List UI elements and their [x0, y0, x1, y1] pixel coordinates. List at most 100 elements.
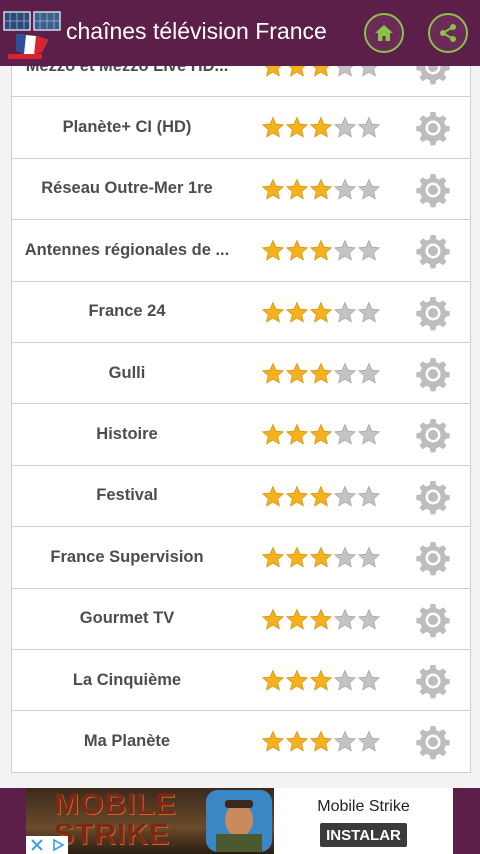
channel-row[interactable]: Gourmet TV [12, 589, 470, 650]
star-filled-icon[interactable] [285, 66, 309, 79]
channel-row[interactable]: Ma Planète [12, 711, 470, 773]
star-empty-icon[interactable] [333, 66, 357, 79]
gear-icon[interactable] [415, 66, 451, 85]
star-filled-icon[interactable] [309, 730, 333, 754]
star-filled-icon[interactable] [309, 669, 333, 693]
channel-row[interactable]: Mezzo et Mezzo Live HD... [12, 66, 470, 98]
ad-banner[interactable]: MOBILE STRIKE Mobile Strike INSTALAR [26, 788, 453, 854]
star-empty-icon[interactable] [333, 362, 357, 386]
rating-stars[interactable] [261, 301, 381, 325]
rating-stars[interactable] [261, 546, 381, 570]
channel-row[interactable]: Antennes régionales de ... [12, 220, 470, 282]
gear-icon[interactable] [415, 602, 451, 638]
gear-icon[interactable] [415, 110, 451, 146]
star-filled-icon[interactable] [309, 301, 333, 325]
star-filled-icon[interactable] [285, 178, 309, 202]
star-filled-icon[interactable] [285, 485, 309, 509]
gear-icon[interactable] [415, 417, 451, 453]
ad-choices-icon[interactable] [26, 836, 68, 854]
channel-list-viewport[interactable]: Mezzo et Mezzo Live HD... Planète+ CI (H… [0, 66, 480, 788]
channel-row[interactable]: Réseau Outre-Mer 1re [12, 159, 470, 221]
star-empty-icon[interactable] [333, 485, 357, 509]
star-filled-icon[interactable] [261, 608, 285, 632]
rating-stars[interactable] [261, 362, 381, 386]
star-filled-icon[interactable] [285, 239, 309, 263]
rating-stars[interactable] [261, 730, 381, 754]
star-filled-icon[interactable] [261, 66, 285, 79]
star-empty-icon[interactable] [333, 546, 357, 570]
star-filled-icon[interactable] [285, 730, 309, 754]
star-filled-icon[interactable] [285, 546, 309, 570]
star-filled-icon[interactable] [309, 608, 333, 632]
star-filled-icon[interactable] [285, 423, 309, 447]
star-empty-icon[interactable] [333, 116, 357, 140]
star-filled-icon[interactable] [261, 669, 285, 693]
gear-icon[interactable] [415, 479, 451, 515]
star-filled-icon[interactable] [285, 608, 309, 632]
channel-row[interactable]: Gulli [12, 343, 470, 405]
star-filled-icon[interactable] [261, 546, 285, 570]
star-empty-icon[interactable] [357, 301, 381, 325]
star-filled-icon[interactable] [261, 239, 285, 263]
star-filled-icon[interactable] [309, 116, 333, 140]
gear-icon[interactable] [415, 356, 451, 392]
star-empty-icon[interactable] [333, 608, 357, 632]
star-empty-icon[interactable] [333, 178, 357, 202]
star-filled-icon[interactable] [285, 301, 309, 325]
channel-row[interactable]: France Supervision [12, 527, 470, 589]
star-filled-icon[interactable] [261, 423, 285, 447]
rating-stars[interactable] [261, 485, 381, 509]
star-filled-icon[interactable] [261, 362, 285, 386]
star-empty-icon[interactable] [333, 423, 357, 447]
star-filled-icon[interactable] [309, 546, 333, 570]
rating-stars[interactable] [261, 116, 381, 140]
channel-row[interactable]: Festival [12, 466, 470, 528]
star-filled-icon[interactable] [261, 178, 285, 202]
star-empty-icon[interactable] [357, 423, 381, 447]
rating-stars[interactable] [261, 178, 381, 202]
gear-icon[interactable] [415, 663, 451, 699]
gear-icon[interactable] [415, 540, 451, 576]
star-empty-icon[interactable] [357, 669, 381, 693]
ad-install-button[interactable]: INSTALAR [320, 823, 407, 847]
star-filled-icon[interactable] [309, 178, 333, 202]
star-filled-icon[interactable] [285, 116, 309, 140]
star-empty-icon[interactable] [333, 730, 357, 754]
star-filled-icon[interactable] [261, 485, 285, 509]
rating-stars[interactable] [261, 239, 381, 263]
star-filled-icon[interactable] [309, 423, 333, 447]
rating-stars[interactable] [261, 669, 381, 693]
rating-stars[interactable] [261, 66, 381, 79]
star-empty-icon[interactable] [357, 546, 381, 570]
gear-icon[interactable] [415, 172, 451, 208]
star-empty-icon[interactable] [357, 608, 381, 632]
star-filled-icon[interactable] [261, 301, 285, 325]
star-filled-icon[interactable] [261, 730, 285, 754]
star-filled-icon[interactable] [285, 362, 309, 386]
star-empty-icon[interactable] [357, 485, 381, 509]
star-empty-icon[interactable] [357, 178, 381, 202]
home-button[interactable] [364, 13, 404, 53]
share-button[interactable] [428, 13, 468, 53]
channel-row[interactable]: France 24 [12, 282, 470, 343]
star-empty-icon[interactable] [333, 669, 357, 693]
gear-icon[interactable] [415, 233, 451, 269]
star-filled-icon[interactable] [285, 669, 309, 693]
star-empty-icon[interactable] [357, 239, 381, 263]
star-empty-icon[interactable] [357, 116, 381, 140]
star-filled-icon[interactable] [309, 239, 333, 263]
gear-icon[interactable] [415, 295, 451, 331]
star-empty-icon[interactable] [357, 66, 381, 79]
star-filled-icon[interactable] [261, 116, 285, 140]
star-filled-icon[interactable] [309, 362, 333, 386]
channel-row[interactable]: Histoire [12, 404, 470, 466]
rating-stars[interactable] [261, 423, 381, 447]
star-empty-icon[interactable] [357, 362, 381, 386]
channel-row[interactable]: Planète+ CI (HD) [12, 97, 470, 159]
rating-stars[interactable] [261, 608, 381, 632]
star-empty-icon[interactable] [333, 239, 357, 263]
channel-row[interactable]: La Cinquième [12, 650, 470, 712]
star-empty-icon[interactable] [357, 730, 381, 754]
star-empty-icon[interactable] [333, 301, 357, 325]
star-filled-icon[interactable] [309, 66, 333, 79]
